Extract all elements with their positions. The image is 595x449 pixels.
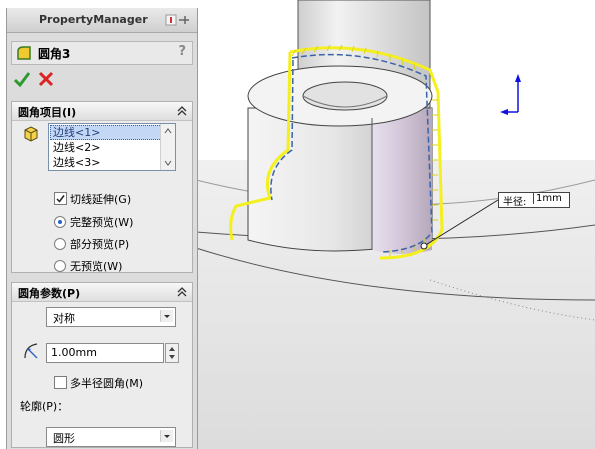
fillet-params-group: 圆角参数(P) 对称 1.00mm 多半径圆角(M) 轮廓(P)： 圆形	[11, 282, 193, 448]
spin-up-icon[interactable]	[166, 344, 178, 353]
fillet-items-group: 圆角项目(I) 边线<1> 边线<2> 边线<3> 切线延伸(G) 完整预览(W…	[11, 101, 193, 273]
fillet-items-title: 圆角项目(I)	[18, 106, 77, 119]
fillet-params-header[interactable]: 圆角参数(P)	[12, 283, 192, 302]
edge-list[interactable]: 边线<1> 边线<2> 边线<3>	[48, 123, 176, 171]
panel-titlebar: PropertyManager	[7, 8, 197, 33]
edge-list-item[interactable]: 边线<3>	[51, 155, 102, 170]
radius-icon	[24, 343, 38, 359]
fillet-params-title: 圆角参数(P)	[18, 287, 81, 300]
feature-name: 圆角3	[38, 47, 71, 61]
feature-header: 圆角3 ?	[11, 41, 193, 65]
multi-radius-checkbox[interactable]	[54, 376, 67, 389]
triad-icon	[500, 74, 521, 115]
no-preview-label: 无预览(W)	[70, 260, 123, 273]
edge-list-scrollbar[interactable]	[160, 124, 175, 170]
checkmark-icon	[56, 195, 65, 203]
partial-preview-radio[interactable]	[54, 238, 66, 250]
scroll-up-icon[interactable]	[161, 126, 175, 136]
radius-value: 1.00mm	[51, 346, 97, 359]
full-preview-label: 完整预览(W)	[70, 216, 134, 229]
spin-down-icon[interactable]	[166, 353, 178, 362]
scroll-down-icon[interactable]	[161, 158, 175, 168]
fillet-feature-icon	[17, 46, 31, 60]
collapse-icon[interactable]	[176, 105, 188, 117]
radius-callout[interactable]: 半径: 1mm	[498, 192, 570, 208]
profile-select[interactable]: 圆形	[46, 427, 176, 447]
fillet-items-header[interactable]: 圆角项目(I)	[12, 102, 192, 121]
ok-button[interactable]	[13, 70, 31, 88]
tangent-propagation-checkbox[interactable]	[54, 192, 67, 205]
chevron-down-icon[interactable]	[160, 430, 173, 442]
edge-list-item[interactable]: 边线<1>	[50, 125, 162, 140]
panel-title: PropertyManager	[39, 13, 148, 26]
bushing-inner-face	[372, 108, 432, 254]
chevron-down-icon[interactable]	[160, 310, 173, 322]
full-preview-radio[interactable]	[54, 216, 66, 228]
radius-callout-label: 半径:	[503, 197, 527, 208]
edge-list-item[interactable]: 边线<2>	[51, 140, 102, 155]
radius-spinner[interactable]	[165, 343, 179, 363]
help-icon[interactable]: ?	[178, 44, 186, 59]
pin-icon[interactable]	[165, 14, 191, 26]
cancel-button[interactable]	[37, 70, 55, 88]
fillet-method-value: 对称	[53, 312, 75, 325]
property-manager-panel: PropertyManager 圆角3 ? 圆角项目(I) 边线<1> 边线<2…	[6, 8, 198, 449]
callout-anchor	[420, 242, 428, 250]
partial-preview-label: 部分预览(P)	[70, 238, 130, 251]
profile-label: 轮廓(P)：	[20, 400, 69, 413]
edge-selection-icon	[24, 126, 38, 142]
radius-callout-value[interactable]: 1mm	[533, 193, 564, 204]
radius-input[interactable]: 1.00mm	[46, 343, 164, 363]
collapse-icon[interactable]	[176, 286, 188, 298]
profile-value: 圆形	[53, 432, 75, 445]
tangent-propagation-label: 切线延伸(G)	[70, 193, 132, 206]
bushing-hole	[302, 81, 388, 111]
multi-radius-label: 多半径圆角(M)	[70, 377, 144, 390]
no-preview-radio[interactable]	[54, 260, 66, 272]
fillet-method-select[interactable]: 对称	[46, 307, 176, 327]
